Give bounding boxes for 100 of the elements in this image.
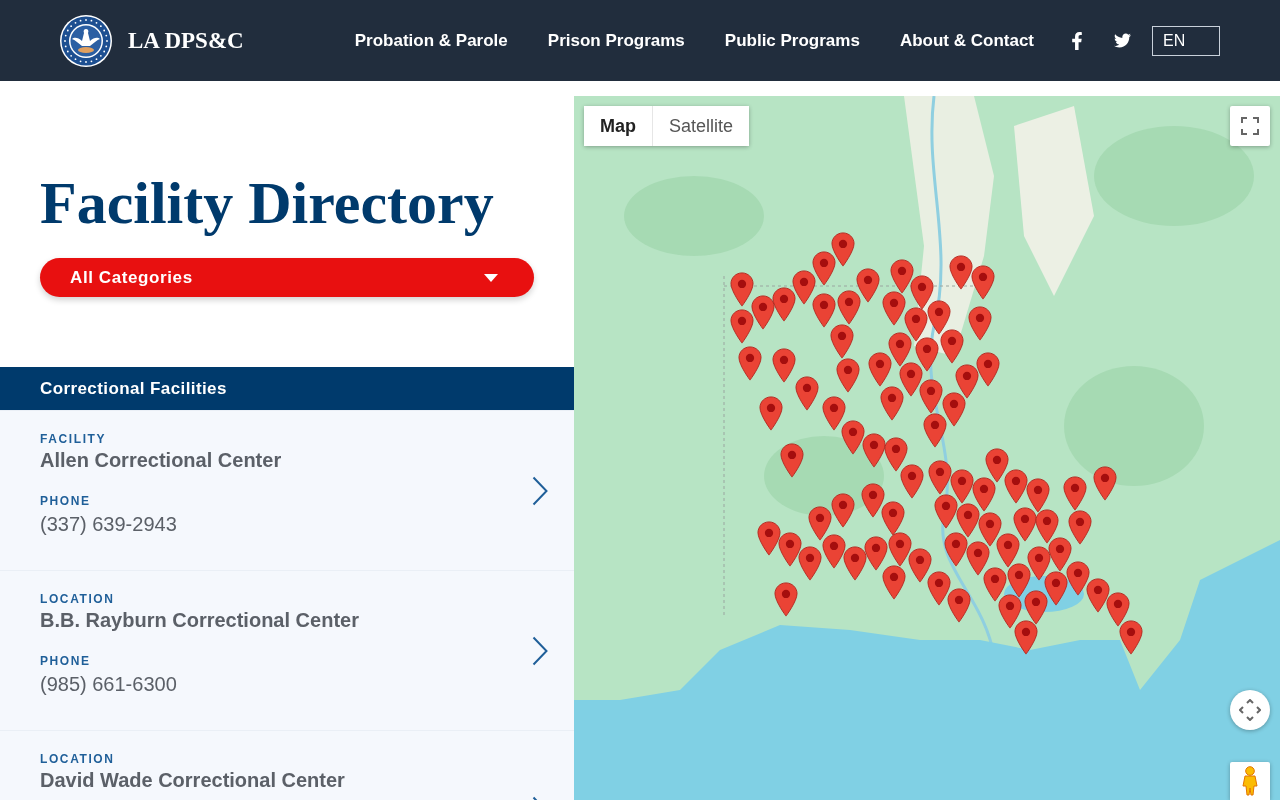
map-marker-icon[interactable] — [1086, 578, 1110, 613]
map-marker-icon[interactable] — [983, 567, 1007, 602]
fullscreen-button[interactable] — [1230, 106, 1270, 146]
map-marker-icon[interactable] — [956, 503, 980, 538]
map-marker-icon[interactable] — [1093, 466, 1117, 501]
map-marker-icon[interactable] — [888, 532, 912, 567]
map-marker-icon[interactable] — [837, 290, 861, 325]
map-marker-icon[interactable] — [949, 255, 973, 290]
facility-row[interactable]: FACILITY Allen Correctional Center PHONE (337) 639-2943 — [0, 410, 574, 570]
map-marker-icon[interactable] — [822, 396, 846, 431]
map-marker-icon[interactable] — [944, 532, 968, 567]
map-marker-icon[interactable] — [1048, 537, 1072, 572]
map-marker-icon[interactable] — [798, 546, 822, 581]
map-marker-icon[interactable] — [780, 443, 804, 478]
map-marker-icon[interactable] — [1035, 509, 1059, 544]
nav-link[interactable]: Probation & Parole — [354, 30, 508, 51]
map-marker-icon[interactable] — [861, 483, 885, 518]
facility-row[interactable]: LOCATION B.B. Rayburn Correctional Center PHONE (985) 661-6300 — [0, 570, 574, 730]
map-marker-icon[interactable] — [1007, 563, 1031, 598]
map-marker-icon[interactable] — [757, 521, 781, 556]
map-marker-icon[interactable] — [831, 232, 855, 267]
map-marker-icon[interactable] — [928, 460, 952, 495]
map-marker-icon[interactable] — [862, 433, 886, 468]
map-marker-icon[interactable] — [915, 337, 939, 372]
map-marker-icon[interactable] — [976, 352, 1000, 387]
map-marker-icon[interactable] — [884, 437, 908, 472]
map-marker-icon[interactable] — [910, 275, 934, 310]
map-marker-icon[interactable] — [830, 324, 854, 359]
map-marker-icon[interactable] — [996, 533, 1020, 568]
map-marker-icon[interactable] — [888, 332, 912, 367]
map-marker-icon[interactable] — [868, 352, 892, 387]
map-marker-icon[interactable] — [843, 546, 867, 581]
language-select[interactable]: EN — [1152, 25, 1220, 56]
map-marker-icon[interactable] — [774, 582, 798, 617]
map-marker-icon[interactable] — [998, 594, 1022, 629]
map-marker-icon[interactable] — [808, 506, 832, 541]
map-marker-icon[interactable] — [947, 588, 971, 623]
map-marker-icon[interactable] — [904, 307, 928, 342]
map-marker-icon[interactable] — [864, 536, 888, 571]
map-marker-icon[interactable] — [940, 329, 964, 364]
map-marker-icon[interactable] — [856, 268, 880, 303]
nav-link[interactable]: Public Programs — [724, 30, 860, 51]
map-marker-icon[interactable] — [978, 512, 1002, 547]
map-marker-icon[interactable] — [1063, 476, 1087, 511]
nav-link[interactable]: About & Contact — [899, 30, 1034, 51]
map-marker-icon[interactable] — [730, 309, 754, 344]
map-marker-icon[interactable] — [1004, 469, 1028, 504]
map-marker-icon[interactable] — [812, 293, 836, 328]
site-name[interactable]: LA DPS&C — [128, 27, 244, 54]
map-marker-icon[interactable] — [950, 469, 974, 504]
map-marker-icon[interactable] — [751, 295, 775, 330]
map-marker-icon[interactable] — [772, 287, 796, 322]
nav-link[interactable]: Prison Programs — [547, 30, 685, 51]
map-marker-icon[interactable] — [1068, 510, 1092, 545]
map-type-tab[interactable]: Map — [584, 106, 652, 146]
map-marker-icon[interactable] — [1027, 546, 1051, 581]
map-marker-icon[interactable] — [882, 565, 906, 600]
map-marker-icon[interactable] — [812, 251, 836, 286]
map-marker-icon[interactable] — [923, 413, 947, 448]
map-marker-icon[interactable] — [927, 571, 951, 606]
map-marker-icon[interactable] — [880, 386, 904, 421]
map-marker-icon[interactable] — [1013, 507, 1037, 542]
map-marker-icon[interactable] — [831, 493, 855, 528]
map-marker-icon[interactable] — [1014, 620, 1038, 655]
map-type-tab[interactable]: Satellite — [652, 106, 750, 146]
map-marker-icon[interactable] — [1024, 590, 1048, 625]
map-marker-icon[interactable] — [836, 358, 860, 393]
map-marker-icon[interactable] — [772, 348, 796, 383]
map-marker-icon[interactable] — [738, 346, 762, 381]
map-marker-icon[interactable] — [972, 477, 996, 512]
map-marker-icon[interactable] — [900, 464, 924, 499]
map-marker-icon[interactable] — [841, 420, 865, 455]
map-marker-icon[interactable] — [1066, 561, 1090, 596]
map-marker-icon[interactable] — [730, 272, 754, 307]
map-marker-icon[interactable] — [822, 534, 846, 569]
map-marker-icon[interactable] — [1106, 592, 1130, 627]
map-marker-icon[interactable] — [927, 300, 951, 335]
map-marker-icon[interactable] — [966, 541, 990, 576]
map-marker-icon[interactable] — [968, 306, 992, 341]
map-marker-icon[interactable] — [881, 501, 905, 536]
map-marker-icon[interactable] — [1044, 571, 1068, 606]
map-marker-icon[interactable] — [792, 270, 816, 305]
map-marker-icon[interactable] — [882, 291, 906, 326]
map-marker-icon[interactable] — [1026, 478, 1050, 513]
map-marker-icon[interactable] — [908, 548, 932, 583]
seal-icon[interactable] — [60, 14, 112, 67]
map-marker-icon[interactable] — [795, 376, 819, 411]
street-view-button[interactable] — [1230, 762, 1270, 800]
twitter-icon[interactable] — [1114, 32, 1131, 49]
map-marker-icon[interactable] — [899, 362, 923, 397]
facility-row[interactable]: LOCATION David Wade Correctional Center — [0, 730, 574, 800]
map-marker-icon[interactable] — [934, 494, 958, 529]
map-marker-icon[interactable] — [955, 364, 979, 399]
map-marker-icon[interactable] — [942, 392, 966, 427]
category-dropdown[interactable]: All Categories — [40, 258, 534, 297]
map-marker-icon[interactable] — [759, 396, 783, 431]
map-marker-icon[interactable] — [1119, 620, 1143, 655]
map-marker-icon[interactable] — [985, 448, 1009, 483]
map-marker-icon[interactable] — [971, 265, 995, 300]
map-marker-icon[interactable] — [778, 532, 802, 567]
